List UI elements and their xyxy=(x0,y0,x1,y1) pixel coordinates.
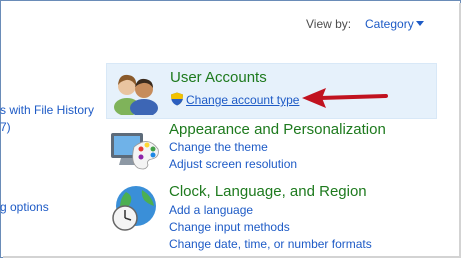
link-add-a-language[interactable]: Add a language xyxy=(169,203,253,217)
chevron-down-icon[interactable] xyxy=(416,21,424,26)
link-change-the-theme[interactable]: Change the theme xyxy=(169,140,268,154)
left-link-windows-7[interactable]: 7) xyxy=(0,120,11,134)
link-adjust-screen-resolution[interactable]: Adjust screen resolution xyxy=(169,157,297,171)
view-by-label: View by: xyxy=(306,17,352,31)
monitor-palette-icon xyxy=(111,133,159,170)
users-icon xyxy=(114,74,158,115)
left-link-options[interactable]: g options xyxy=(0,200,49,214)
link-change-date-time-formats[interactable]: Change date, time, or number formats xyxy=(169,237,372,251)
category-clock-language-region[interactable]: Clock, Language, and Region Add a langua… xyxy=(106,180,435,254)
category-appearance[interactable]: Appearance and Personalization Change th… xyxy=(106,117,435,175)
category-title-appearance[interactable]: Appearance and Personalization xyxy=(169,121,386,138)
link-change-input-methods[interactable]: Change input methods xyxy=(169,220,290,234)
category-title-user-accounts[interactable]: User Accounts xyxy=(170,69,267,86)
category-title-clock[interactable]: Clock, Language, and Region xyxy=(169,183,367,200)
view-by-dropdown[interactable]: Category xyxy=(365,17,414,31)
annotation-arrow-icon xyxy=(302,88,388,108)
globe-clock-icon xyxy=(112,186,156,231)
uac-shield-icon xyxy=(171,92,183,106)
left-link-file-history[interactable]: s with File History xyxy=(0,103,94,117)
link-change-account-type[interactable]: Change account type xyxy=(186,93,299,107)
